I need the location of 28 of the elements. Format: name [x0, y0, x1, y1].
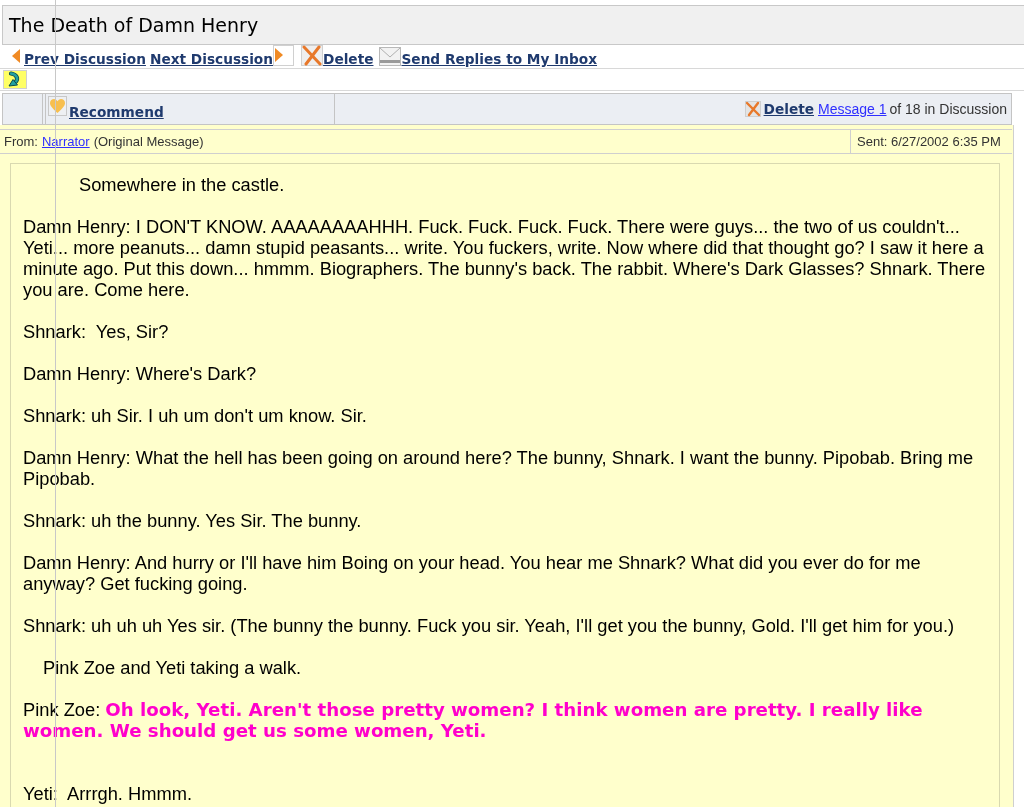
- message-position: of 18 in Discussion: [889, 99, 1007, 119]
- left-arrow-icon: [12, 49, 20, 63]
- dialogue-line: Damn Henry: I DON'T KNOW. AAAAAAAAHHH. Fuck. Fuck. Fuck. Fuck. There were guys... the two of us couldn't... Yeti... more peanuts... damn stupid peasants... write. You fuckers, write. Now where did that thought go? I saw it here a minute ago. Put this down... hmmm. Biographers. The bunny's back. The rabbit. Where's Dark Glasses? Shnark. There you are. Come here.: [23, 216, 987, 300]
- dialogue-line: Damn Henry: And hurry or I'll have him Boing on your head. You hear me Shnark? What did you ever do for me anyway? Get fucking going.: [23, 552, 922, 594]
- next-discussion-link[interactable]: Next Discussion: [149, 51, 274, 67]
- dialogue-line: Damn Henry: Where's Dark?: [23, 363, 258, 384]
- delete-link[interactable]: Delete: [323, 51, 374, 67]
- scene-heading: Somewhere in the castle.: [78, 174, 286, 195]
- recommend-link[interactable]: Recommend: [69, 104, 164, 120]
- stage-direction: Pink Zoe and Yeti taking a walk.: [42, 657, 303, 678]
- dialogue-line: Shnark: uh uh uh Yes sir. (The bunny the bunny. Fuck you sir. Yeah, I'll get you the bunny, Gold. I'll get him for you.): [23, 615, 956, 636]
- message-link[interactable]: Message 1: [818, 98, 887, 120]
- from-label: From:: [4, 132, 38, 151]
- dialogue-line: Pink Zoe: Oh look, Yeti. Aren't those pretty women? I think women are pretty. I really like women. We should get us some women, Yeti.: [23, 699, 924, 741]
- send-replies-link[interactable]: Send Replies to My Inbox: [401, 51, 598, 67]
- dialogue-line: Shnark: uh the bunny. Yes Sir. The bunny.: [23, 510, 363, 531]
- prev-discussion-link[interactable]: Prev Discussion: [24, 51, 146, 67]
- dialogue-line: Shnark: uh Sir. I uh um don't um know. Sir.: [23, 405, 368, 426]
- dialogue-line: Damn Henry: What the hell has been going on around here? The bunny, Shnark. I want the bunny. Pipobab. Bring me Pipobab.: [23, 447, 975, 489]
- dialogue-line: Yeti: Arrrgh. Hmmm.: [23, 782, 193, 804]
- sent-date: Sent: 6/27/2002 6:35 PM: [857, 132, 1001, 151]
- delete-x-icon: [744, 101, 761, 117]
- author-link[interactable]: Narrator: [41, 131, 90, 152]
- dialogue-line: Shnark: Yes, Sir?: [23, 321, 170, 342]
- page-title: The Death of Damn Henry: [9, 12, 259, 38]
- envelope-icon: [379, 47, 402, 66]
- message-note: (Original Message): [93, 132, 204, 151]
- delete-link[interactable]: Delete: [763, 101, 814, 117]
